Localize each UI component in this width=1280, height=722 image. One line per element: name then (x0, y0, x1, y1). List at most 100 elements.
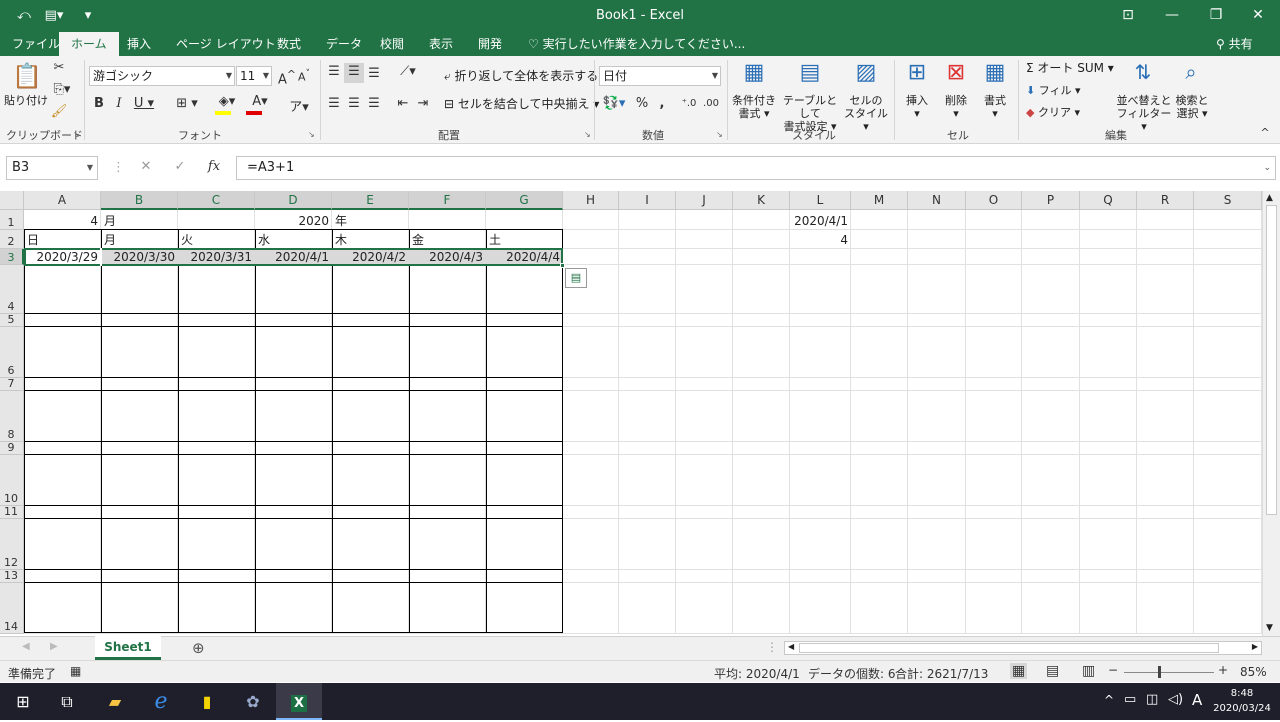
tab-file[interactable]: ファイル (10, 32, 62, 56)
file-explorer-icon[interactable]: ▰ (92, 683, 138, 720)
decrease-decimal-icon[interactable]: .00 (702, 98, 720, 109)
copy-icon[interactable]: ⎘▾ (50, 82, 74, 97)
fill-color-icon[interactable]: ◈▾ (212, 94, 242, 109)
tab-data[interactable]: データ (324, 32, 364, 56)
page-layout-view-icon[interactable]: ▤ (1046, 663, 1059, 679)
horizontal-scrollbar[interactable]: ◀ ▶ (784, 641, 1262, 655)
minimize-button[interactable]: — (1150, 0, 1194, 32)
sheet-tab-sheet1[interactable]: Sheet1 (95, 636, 161, 660)
vertical-scroll-thumb[interactable] (1266, 205, 1277, 515)
shrink-font-icon[interactable]: A˅ (297, 68, 311, 84)
align-right-icon[interactable]: ☰ (366, 96, 382, 111)
cell-E2[interactable]: 木 (332, 232, 408, 248)
excel-taskbar-icon[interactable]: X (276, 683, 322, 720)
format-cells-icon[interactable]: ▦ (981, 60, 1009, 85)
tab-home[interactable]: ホーム (59, 32, 119, 56)
cell-G2[interactable]: 土 (486, 232, 562, 248)
increase-indent-icon[interactable]: ⇥ (415, 96, 431, 111)
maximize-button[interactable]: ❐ (1194, 0, 1238, 32)
vertical-scrollbar[interactable]: ▲ ▼ (1262, 191, 1280, 636)
decrease-indent-icon[interactable]: ⇤ (395, 96, 411, 111)
column-header[interactable]: I (619, 191, 676, 210)
format-as-table-icon[interactable]: ▤ (796, 60, 824, 85)
tab-developer[interactable]: 開発 (476, 32, 504, 56)
row-header[interactable]: 2 (0, 230, 24, 249)
percent-icon[interactable]: % (634, 96, 650, 111)
formula-input[interactable]: =A3+1 ⌄ (236, 156, 1276, 180)
phonetic-icon[interactable]: ア▾ (286, 96, 312, 115)
cell-styles-button[interactable]: セルの スタイル ▾ (842, 94, 890, 133)
column-header[interactable]: J (676, 191, 733, 210)
column-header[interactable]: C (178, 191, 255, 210)
name-box[interactable]: B3 ▼ (6, 156, 98, 180)
column-header[interactable]: R (1137, 191, 1194, 210)
underline-icon[interactable]: U ▾ (133, 96, 155, 111)
format-cells-button[interactable]: 書式 ▾ (978, 94, 1012, 120)
format-painter-icon[interactable]: 🖌 (50, 104, 68, 119)
align-left-icon[interactable]: ☰ (326, 96, 342, 111)
insert-cells-icon[interactable]: ⊞ (903, 60, 931, 85)
windows-start-icon[interactable]: ⊞ (0, 683, 46, 720)
volume-icon[interactable]: ◁) (1168, 692, 1183, 707)
font-color-icon[interactable]: A▾ (246, 94, 274, 109)
column-header[interactable]: D (255, 191, 332, 210)
column-header[interactable]: P (1022, 191, 1080, 210)
font-name-combo[interactable]: 游ゴシック ▼ (89, 66, 235, 86)
macro-record-icon[interactable]: ▦ (70, 664, 81, 678)
alignment-launcher-icon[interactable]: ↘ (584, 130, 591, 139)
expand-formula-icon[interactable]: ⌄ (1263, 157, 1271, 179)
row-header[interactable]: 5 (0, 313, 24, 327)
cell-styles-icon[interactable]: ▨ (852, 60, 880, 85)
zoom-in-icon[interactable]: + (1218, 663, 1228, 677)
collapse-ribbon-icon[interactable]: ^ (1258, 126, 1272, 139)
tab-review[interactable]: 校閲 (378, 32, 406, 56)
scroll-up-icon[interactable]: ▲ (1266, 193, 1273, 203)
tab-formulas[interactable]: 数式 (275, 32, 303, 56)
ribbon-display-options-icon[interactable]: ⊡ (1106, 0, 1150, 32)
row-header[interactable]: 8 (0, 391, 24, 442)
zoom-slider-track[interactable] (1124, 672, 1214, 673)
tab-page-layout[interactable]: ページ レイアウト (174, 32, 278, 56)
column-header[interactable]: M (851, 191, 908, 210)
ime-indicator[interactable]: A (1192, 691, 1202, 709)
conditional-formatting-icon[interactable]: ▦ (740, 60, 768, 85)
wrap-text-button[interactable]: ⤶ 折り返して全体を表示する (444, 70, 598, 83)
autosum-button[interactable]: Σ オート SUM ▾ (1026, 62, 1114, 75)
column-header[interactable]: K (733, 191, 790, 210)
row-header[interactable]: 3 (0, 249, 24, 265)
cell-A1[interactable]: 4 (24, 213, 100, 229)
align-middle-icon[interactable]: ☰ (346, 64, 362, 79)
zoom-slider-thumb[interactable] (1158, 666, 1161, 678)
next-sheet-icon[interactable]: ▶ (50, 641, 58, 652)
comma-style-icon[interactable]: , (656, 96, 668, 111)
column-header[interactable]: A (24, 191, 101, 210)
number-format-combo[interactable]: 日付 ▼ (599, 66, 721, 86)
zoom-level[interactable]: 85% (1240, 665, 1267, 679)
paint-icon[interactable]: ✿ (230, 683, 276, 720)
row-header[interactable]: 4 (0, 265, 24, 314)
zoom-out-icon[interactable]: − (1108, 663, 1118, 677)
cell-F2[interactable]: 金 (409, 232, 485, 248)
grow-font-icon[interactable]: A^ (278, 68, 296, 87)
quick-analysis-icon[interactable]: ▤ (565, 268, 587, 288)
battery-icon[interactable]: ▭ (1124, 692, 1136, 707)
font-launcher-icon[interactable]: ↘ (308, 130, 315, 139)
scroll-down-icon[interactable]: ▼ (1266, 623, 1273, 633)
italic-icon[interactable]: I (113, 96, 125, 111)
row-header[interactable]: 9 (0, 441, 24, 455)
column-header[interactable]: B (101, 191, 178, 210)
find-select-icon[interactable]: ⌕ (1176, 60, 1206, 84)
font-size-combo[interactable]: 11 ▼ (236, 66, 272, 86)
cell-B1[interactable]: 月 (101, 213, 177, 229)
cell-B2[interactable]: 月 (101, 232, 177, 248)
cell-C2[interactable]: 火 (178, 232, 254, 248)
paste-button[interactable]: 貼り付け (4, 94, 48, 107)
clipboard-launcher-icon[interactable]: ↘ (73, 130, 80, 139)
row-header[interactable]: 7 (0, 377, 24, 391)
select-all-button[interactable] (0, 191, 24, 210)
accounting-format-icon[interactable]: 💱▾ (600, 96, 628, 111)
tab-view[interactable]: 表示 (427, 32, 455, 56)
sticky-notes-icon[interactable]: ▮ (184, 683, 230, 720)
page-break-view-icon[interactable]: ▥ (1082, 663, 1095, 679)
clock[interactable]: 8:48 2020/03/24 (1212, 686, 1272, 716)
